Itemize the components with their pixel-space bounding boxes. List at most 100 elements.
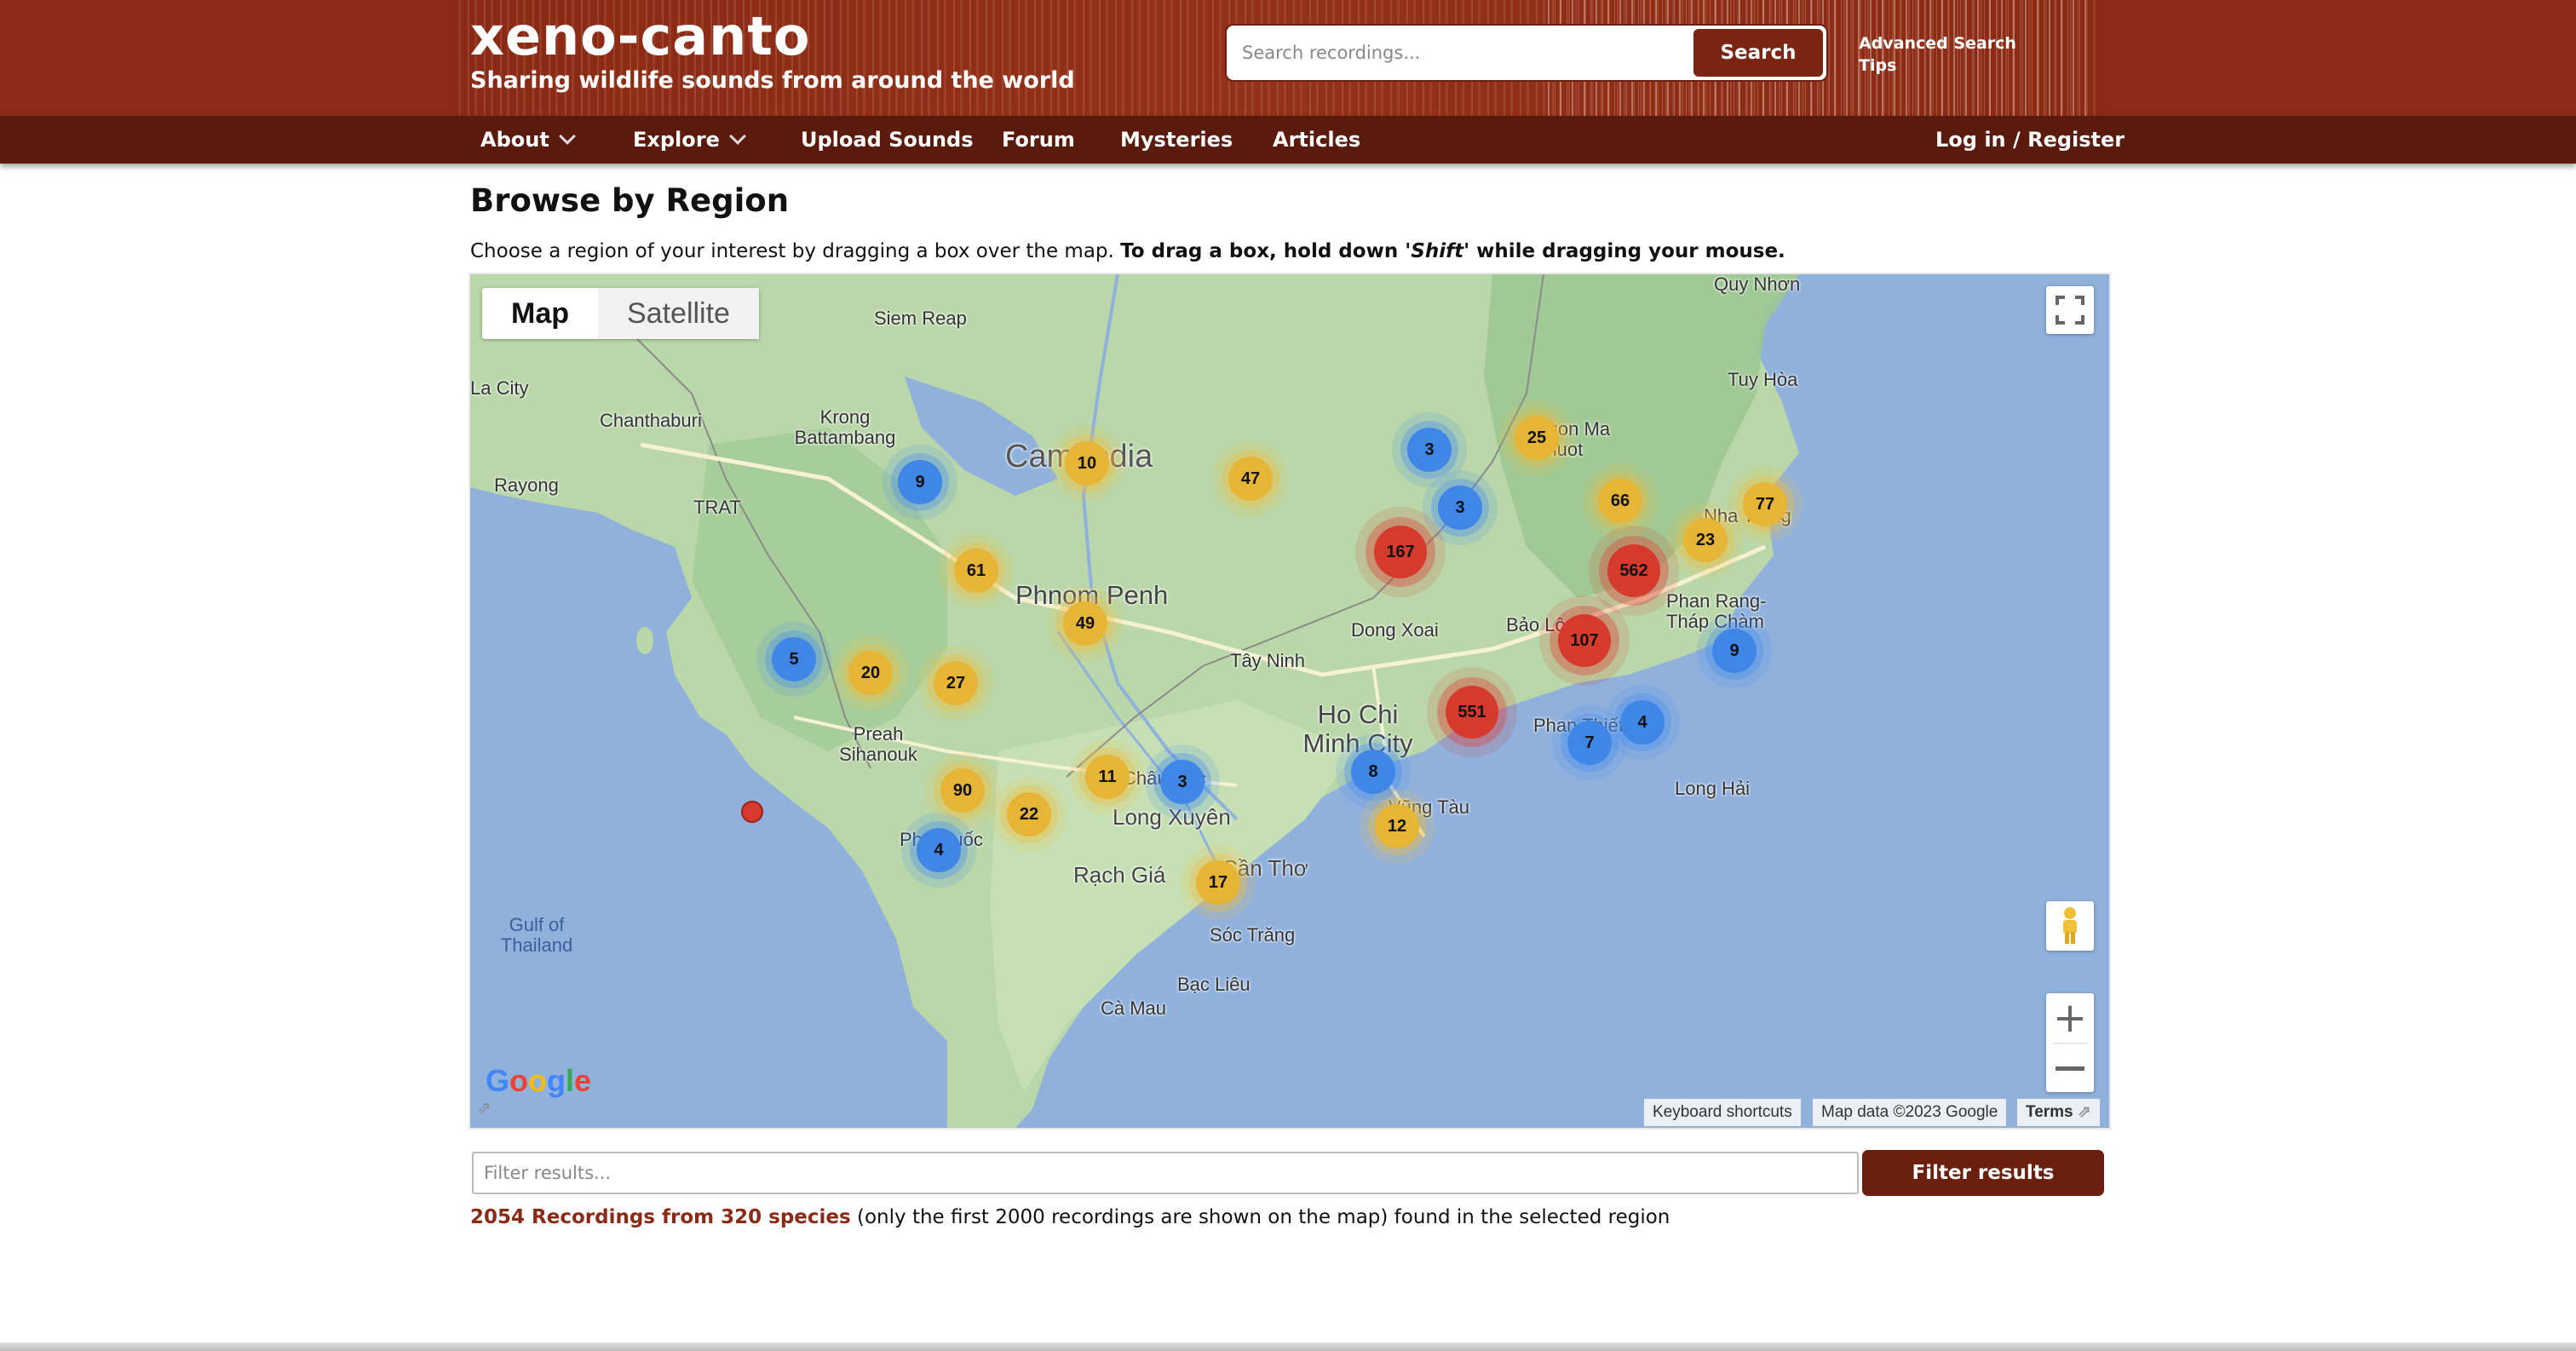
map-label-rach-gia: Rạch Giá [1073, 862, 1166, 888]
recording-cluster[interactable]: 11 [1085, 755, 1130, 799]
nav-forum[interactable]: Forum [1002, 116, 1075, 164]
instructions-bold-1: To drag a box, hold down ' [1120, 240, 1412, 262]
map-label-battambang: Krong Battambang [794, 406, 896, 448]
recording-cluster[interactable]: 20 [848, 651, 893, 695]
map-data-attribution: Map data ©2023 Google [1813, 1099, 2007, 1126]
map-label-preah-sihanouk: Preah Sihanouk [839, 723, 917, 765]
map-base [470, 274, 2109, 1128]
pegman-icon [2063, 907, 2077, 944]
terms-link[interactable]: Terms ⇗ [2017, 1099, 2100, 1126]
map-label-dong-xoai: Dong Xoai [1351, 619, 1439, 641]
nav-explore-label: Explore [633, 128, 720, 152]
fullscreen-button[interactable] [2046, 286, 2094, 334]
recording-cluster[interactable]: 3 [1438, 486, 1482, 530]
terms-label: Terms [2026, 1103, 2073, 1121]
recording-cluster[interactable]: 107 [1558, 614, 1611, 667]
site-name[interactable]: xeno-canto [470, 5, 1075, 68]
site-tagline: Sharing wildlife sounds from around the … [470, 67, 1075, 94]
map-label-tay-ninh: Tây Ninh [1230, 650, 1306, 671]
fullscreen-icon [2056, 296, 2084, 325]
search-button[interactable]: Search [1693, 29, 1823, 77]
recording-cluster[interactable]: 7 [1567, 721, 1612, 765]
recording-cluster[interactable]: 61 [954, 549, 998, 593]
recording-cluster[interactable]: 4 [917, 828, 961, 872]
recording-cluster[interactable]: 10 [1065, 441, 1109, 486]
instructions-bold-2: ' while dragging your mouse. [1463, 240, 1785, 262]
map-label-la-city: La City [470, 377, 529, 399]
map-type-control: Map Satellite [482, 288, 759, 339]
results-summary: 2054 Recordings from 320 species (only t… [470, 1206, 1670, 1228]
nav-explore[interactable]: Explore [633, 116, 746, 164]
advanced-search-link[interactable]: Advanced Search [1859, 32, 2016, 55]
search-links: Advanced Search Tips [1859, 32, 2016, 77]
tips-link[interactable]: Tips [1859, 55, 2016, 77]
map-type-map[interactable]: Map [482, 288, 598, 339]
instructions: Choose a region of your interest by drag… [470, 240, 1785, 262]
filter-results-button[interactable]: Filter results [1862, 1150, 2104, 1196]
recording-cluster[interactable]: 23 [1683, 518, 1728, 562]
recording-cluster[interactable]: 5 [772, 637, 816, 681]
map-label-rayong: Rayong [494, 474, 559, 496]
results-text: (only the first 2000 recordings are show… [850, 1206, 1670, 1228]
nav-upload[interactable]: Upload Sounds [801, 116, 974, 164]
recording-cluster[interactable]: 90 [940, 768, 985, 813]
recording-cluster[interactable]: 47 [1228, 457, 1273, 501]
nav-mysteries[interactable]: Mysteries [1120, 116, 1233, 164]
map-label-soc-trang: Sóc Trăng [1210, 924, 1296, 946]
map-label-long-hai: Long Hải [1675, 778, 1751, 799]
external-link-icon[interactable]: ⇗ [477, 1097, 492, 1118]
google-logo: Google [486, 1063, 592, 1098]
recording-cluster[interactable]: 562 [1607, 544, 1660, 597]
map-label-quy-nhon: Quy Nhơn [1714, 274, 1801, 295]
map-label-ca-mau: Cà Mau [1101, 997, 1167, 1019]
recording-cluster[interactable]: 77 [1743, 482, 1787, 526]
zoom-out-icon[interactable] [2056, 1044, 2084, 1092]
recording-cluster[interactable]: 9 [1712, 629, 1757, 673]
recording-cluster[interactable]: 9 [898, 460, 942, 504]
site-brand[interactable]: xeno-canto Sharing wildlife sounds from … [470, 5, 1075, 95]
filter-input[interactable] [472, 1152, 1859, 1194]
map-type-satellite[interactable]: Satellite [598, 288, 759, 339]
search-input[interactable] [1230, 29, 1690, 77]
recording-cluster[interactable]: 3 [1407, 428, 1452, 472]
chevron-down-icon [728, 128, 746, 145]
nav-login[interactable]: Log in / Register [1935, 116, 2125, 164]
page-title: Browse by Region [470, 182, 790, 219]
nav-about-label: About [480, 128, 549, 152]
recording-cluster[interactable]: 167 [1374, 526, 1427, 578]
recording-cluster[interactable]: 551 [1446, 686, 1498, 739]
recording-cluster[interactable]: 66 [1598, 479, 1642, 523]
external-link-icon: ⇗ [2077, 1103, 2091, 1121]
map-label-bac-lieu: Bạc Liêu [1177, 974, 1251, 995]
zoom-in-icon[interactable]: + [2053, 993, 2087, 1043]
recording-cluster[interactable]: 4 [1620, 700, 1665, 744]
recording-cluster[interactable]: 49 [1063, 601, 1107, 646]
recording-cluster[interactable]: 22 [1007, 792, 1051, 836]
recording-cluster[interactable]: 27 [934, 661, 978, 705]
search-box: Search [1227, 26, 1826, 80]
street-view-button[interactable] [2046, 901, 2094, 951]
map-label-trat: TRAT [693, 497, 741, 518]
instructions-text: Choose a region of your interest by drag… [470, 240, 1121, 262]
map-marker[interactable] [741, 801, 763, 823]
recording-cluster[interactable]: 8 [1351, 750, 1395, 794]
map-label-siem-reap: Siem Reap [874, 308, 967, 329]
recording-cluster[interactable]: 17 [1196, 860, 1240, 905]
map-label-phan-rang: Phan Rang-Tháp Chàm [1666, 590, 1767, 632]
region-map[interactable]: Cambodia Phnom Penh Ho Chi Minh City Sie… [470, 274, 2109, 1128]
results-link[interactable]: 2054 Recordings from 320 species [470, 1206, 851, 1228]
zoom-control: + [2046, 993, 2094, 1092]
recording-cluster[interactable]: 12 [1375, 804, 1419, 848]
map-label-chanthaburi: Chanthaburi [600, 410, 702, 431]
instructions-shift: Shift [1411, 240, 1464, 262]
nav-articles[interactable]: Articles [1273, 116, 1360, 164]
map-label-gulf-of-thailand: Gulf of Thailand [500, 914, 573, 956]
chevron-down-icon [558, 128, 576, 145]
map-label-long-xuyen: Long Xuyên [1113, 804, 1231, 830]
main-nav: About Explore Upload Sounds Forum Myster… [0, 116, 2576, 164]
keyboard-shortcuts-link[interactable]: Keyboard shortcuts [1644, 1099, 1801, 1126]
recording-cluster[interactable]: 25 [1515, 416, 1559, 460]
recording-cluster[interactable]: 3 [1160, 760, 1205, 804]
nav-about[interactable]: About [480, 116, 576, 164]
map-label-ho-chi-minh: Ho Chi Minh City [1302, 699, 1413, 758]
